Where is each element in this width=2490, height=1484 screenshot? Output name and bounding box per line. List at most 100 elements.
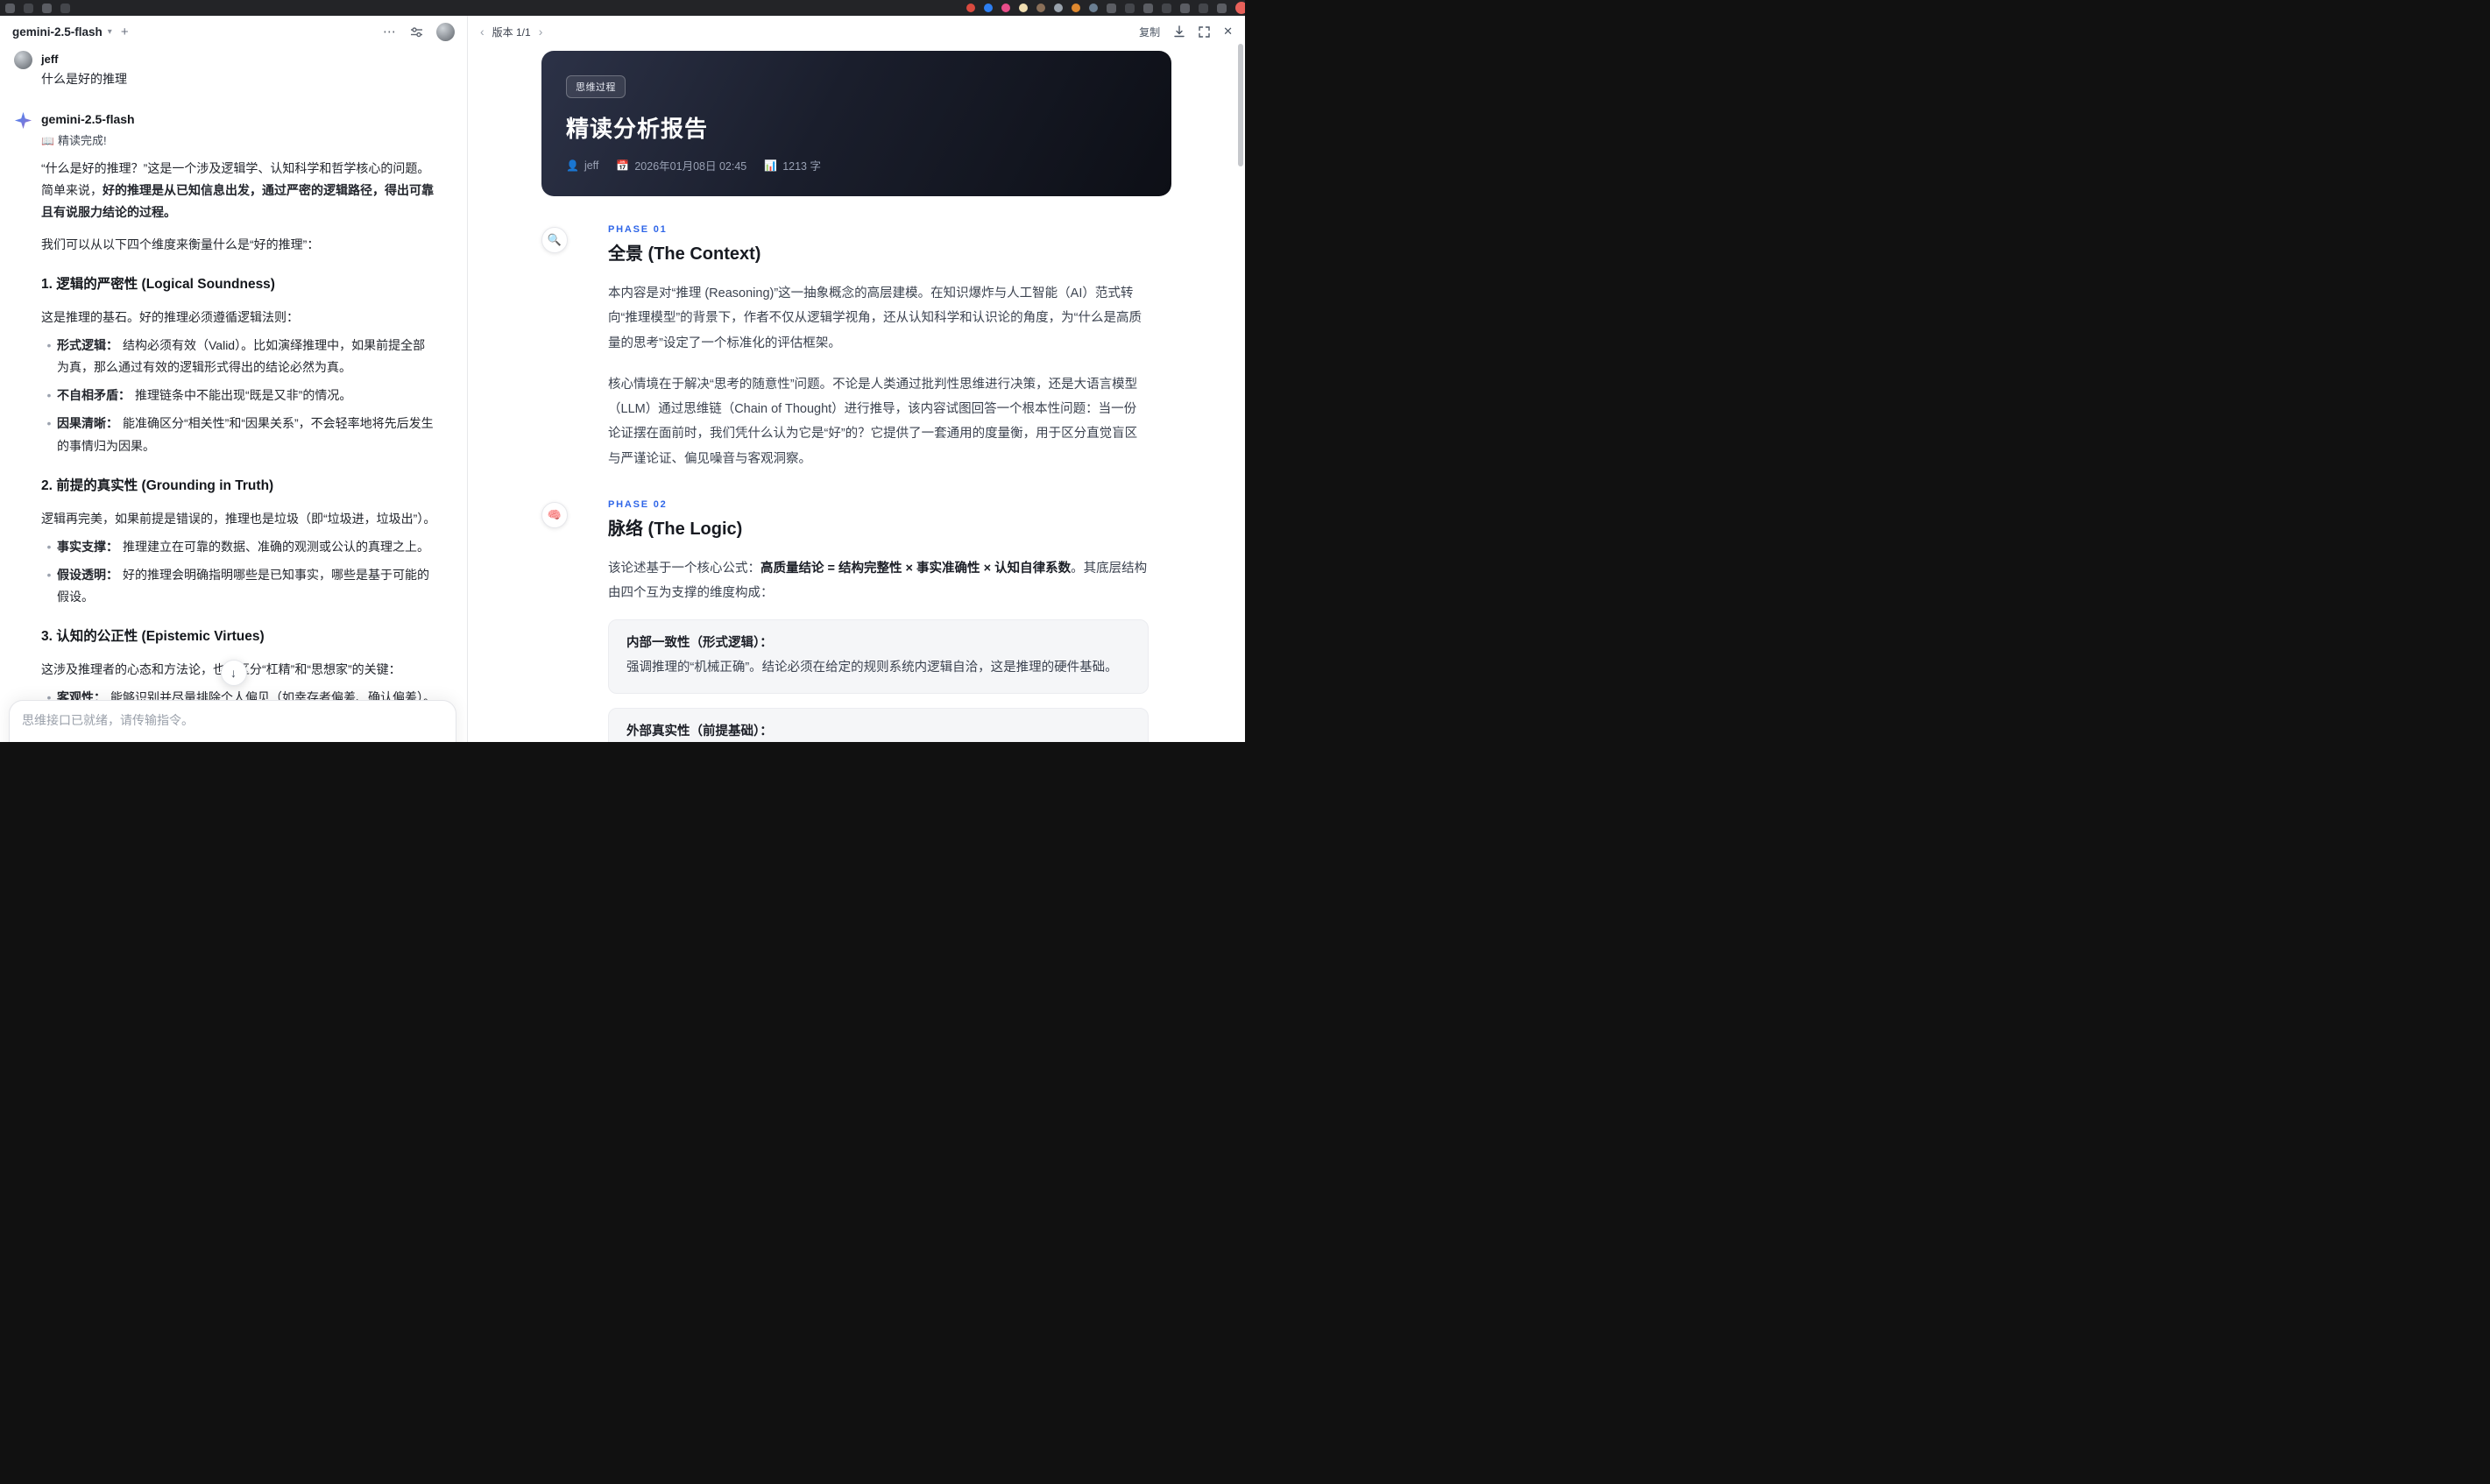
bullet-icon: • (46, 416, 52, 431)
app-icon-dot[interactable] (1054, 4, 1063, 12)
notification-badge-icon[interactable] (1235, 2, 1245, 14)
person-icon: 👤 (566, 159, 579, 172)
system-toolbar (0, 0, 1245, 16)
paragraph: “什么是好的推理？”这是一个涉及逻辑学、认知科学和哲学核心的问题。简单来说，好的… (41, 158, 437, 224)
report-type-badge: 思维过程 (566, 75, 626, 98)
app-icon-dot[interactable] (1019, 4, 1028, 12)
expand-fullscreen-icon[interactable] (1199, 25, 1210, 38)
chat-header-actions: ⋯ (383, 22, 455, 41)
dimension-card-2: 外部真实性（前提基础）： 强调推理的“经验校准”。解决“GIGO（垃圾进，垃圾出… (608, 708, 1149, 742)
artifact-header: ‹ 版本 1/1 › 复制 ✕ (468, 16, 1245, 47)
user-message: jeff 什么是好的推理 (14, 51, 453, 88)
new-chat-button[interactable]: + (121, 25, 129, 39)
app-window: gemini-2.5-flash ▾ + ⋯ jeff 什么是好的推理 gemi… (0, 16, 1245, 742)
system-toolbar-right (966, 2, 1245, 14)
app-icon-dot[interactable] (1001, 4, 1010, 12)
toolbar-icon-11[interactable] (1217, 3, 1227, 13)
app-icon-dot[interactable] (984, 4, 993, 12)
copy-button[interactable]: 复制 (1139, 25, 1160, 39)
bullet-text: 推理链条中不能出现“既是又非”的情况。 (135, 388, 352, 403)
toolbar-icon-10[interactable] (1199, 3, 1208, 13)
brain-icon: 🧠 (541, 501, 568, 528)
arrow-down-icon: ↓ (230, 666, 237, 680)
bullet-icon: • (46, 388, 52, 403)
phase-label: PHASE 01 (608, 224, 668, 235)
model-selector[interactable]: gemini-2.5-flash ▾ (12, 25, 112, 39)
version-label: 版本 1/1 (492, 25, 531, 39)
tune-sliders-icon[interactable] (410, 25, 423, 39)
bullet-term: 形式逻辑： (57, 337, 118, 352)
toolbar-icon-8[interactable] (1162, 3, 1171, 13)
app-icon-dot[interactable] (1036, 4, 1045, 12)
book-icon: 📖 (41, 135, 54, 147)
artifact-panel: ‹ 版本 1/1 › 复制 ✕ 思维过程 精读分析报告 👤 jeff 📅 202… (468, 16, 1245, 742)
chat-panel: gemini-2.5-flash ▾ + ⋯ jeff 什么是好的推理 gemi… (0, 16, 467, 742)
user-avatar (14, 51, 32, 69)
close-icon[interactable]: ✕ (1223, 25, 1233, 39)
paragraph: 我们可以从以下四个维度来衡量什么是“好的推理”： (41, 237, 320, 251)
bullet-icon: • (46, 568, 52, 583)
sender-name: jeff (41, 53, 59, 66)
toolbar-icon-2[interactable] (24, 3, 33, 13)
bullet-term: 假设透明： (57, 568, 118, 583)
scroll-to-bottom-button[interactable]: ↓ (220, 660, 247, 686)
chat-message-list[interactable]: jeff 什么是好的推理 gemini-2.5-flash 📖 精读完成! “什… (0, 47, 467, 742)
more-options-icon[interactable]: ⋯ (383, 24, 397, 39)
toolbar-icon-1[interactable] (5, 3, 15, 13)
download-icon[interactable] (1173, 25, 1185, 38)
artifact-content[interactable]: 思维过程 精读分析报告 👤 jeff 📅 2026年01月08日 02:45 📊… (468, 47, 1245, 742)
message-composer: + (9, 700, 456, 742)
assistant-message-body: gemini-2.5-flash 📖 精读完成! “什么是好的推理？”这是一个涉及… (41, 110, 453, 742)
toolbar-icon-5[interactable] (1107, 3, 1116, 13)
bullet-list: • 事实支撑： 推理建立在可靠的数据、准确的观测或公认的真理之上。 • 假设透明： 好的… (41, 536, 437, 609)
assistant-message: gemini-2.5-flash 📖 精读完成! “什么是好的推理？”这是一个涉及… (14, 110, 453, 742)
phase-body: PHASE 02 脉络 (The Logic) 该论述基于一个核心公式：高质量结… (608, 499, 1171, 742)
app-icon-dot[interactable] (966, 4, 975, 12)
scrollbar-thumb[interactable] (1238, 44, 1243, 166)
list-item: • 形式逻辑： 结构必须有效（Valid）。比如演绎推理中，如果前提全部为真，那么通… (41, 335, 437, 378)
chat-input[interactable] (22, 713, 443, 727)
phase-section-1: 🔍 PHASE 01 全景 (The Context) 本内容是对“推理 (Re… (541, 224, 1171, 471)
dimension-title: 内部一致性（形式逻辑）： (626, 636, 773, 651)
chart-icon: 📊 (764, 159, 778, 172)
bullet-term: 不自相矛盾： (57, 388, 131, 403)
list-item: • 不自相矛盾： 推理链条中不能出现“既是又非”的情况。 (41, 385, 437, 406)
toolbar-icon-9[interactable] (1180, 3, 1190, 13)
wordcount-meta: 📊 1213 字 (764, 157, 821, 173)
toolbar-icon-4[interactable] (60, 3, 70, 13)
chevron-left-icon[interactable]: ‹ (480, 25, 485, 38)
dimension-card-1: 内部一致性（形式逻辑）： 强调推理的“机械正确”。结论必须在给定的规则系统内逻辑… (608, 619, 1149, 695)
magnifier-icon: 🔍 (541, 227, 568, 253)
status-text: 精读完成! (57, 134, 107, 147)
user-message-text: 什么是好的推理 (41, 72, 127, 86)
bullet-icon: • (46, 337, 52, 352)
section-heading-3: 3. 认知的公正性 (Epistemic Virtues) (41, 629, 265, 645)
list-item: • 事实支撑： 推理建立在可靠的数据、准确的观测或公认的真理之上。 (41, 536, 437, 558)
chevron-down-icon: ▾ (107, 26, 112, 37)
assistant-article: “什么是好的推理？”这是一个涉及逻辑学、认知科学和哲学核心的问题。简单来说，好的… (41, 158, 437, 742)
phase-body: PHASE 01 全景 (The Context) 本内容是对“推理 (Reas… (608, 224, 1171, 471)
user-message-body: jeff 什么是好的推理 (41, 51, 453, 88)
app-icon-dot[interactable] (1089, 4, 1098, 12)
artifact-actions: 复制 ✕ (1139, 25, 1233, 39)
sender-name: gemini-2.5-flash (41, 112, 135, 126)
chevron-right-icon[interactable]: › (539, 25, 543, 38)
bullet-text: 推理建立在可靠的数据、准确的观测或公认的真理之上。 (123, 539, 429, 554)
gemini-sparkle-icon (14, 111, 32, 130)
toolbar-icon-7[interactable] (1143, 3, 1153, 13)
app-icon-dot[interactable] (1072, 4, 1080, 12)
date-meta: 📅 2026年01月08日 02:45 (616, 157, 746, 173)
toolbar-icon-3[interactable] (42, 3, 52, 13)
user-avatar[interactable] (436, 22, 455, 41)
phase-paragraph: 该论述基于一个核心公式：高质量结论 = 结构完整性 × 事实准确性 × 认知自律… (608, 556, 1149, 606)
calendar-icon: 📅 (616, 159, 630, 172)
word-count: 1213 字 (782, 160, 821, 173)
phase-section-2: 🧠 PHASE 02 脉络 (The Logic) 该论述基于一个核心公式：高质… (541, 499, 1171, 742)
toolbar-icon-6[interactable] (1125, 3, 1135, 13)
author-meta: 👤 jeff (566, 159, 598, 172)
phase-paragraph: 核心情境在于解决“思考的随意性”问题。不论是人类通过批判性思维进行决策，还是大语… (608, 377, 1138, 466)
phase-label: PHASE 02 (608, 498, 668, 510)
section-heading-2: 2. 前提的真实性 (Grounding in Truth) (41, 477, 274, 493)
model-name: gemini-2.5-flash (12, 25, 103, 39)
bullet-icon: • (46, 539, 52, 554)
